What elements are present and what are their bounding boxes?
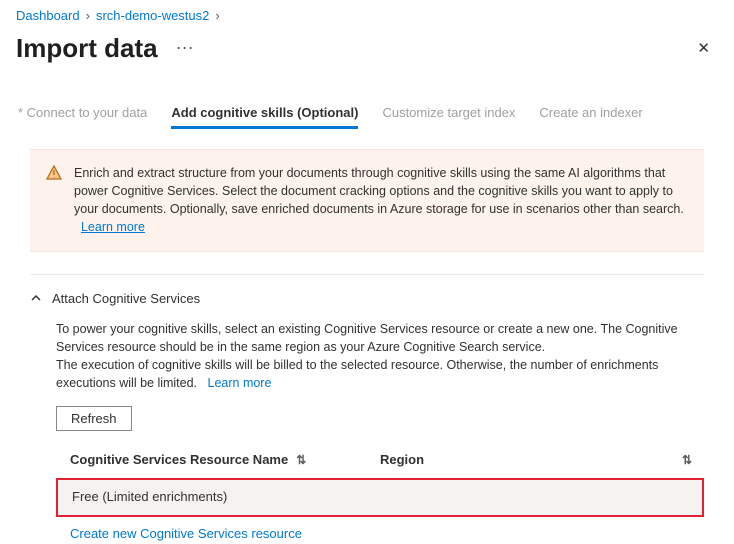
banner-message: Enrich and extract structure from your d…	[74, 166, 684, 216]
table-row[interactable]: Free (Limited enrichments)	[56, 478, 704, 517]
section-attach-cognitive-services: Attach Cognitive Services To power your …	[30, 274, 704, 544]
chevron-up-icon	[30, 292, 42, 304]
refresh-button[interactable]: Refresh	[56, 406, 132, 431]
col-name-label: Cognitive Services Resource Name	[70, 451, 288, 470]
title-row: Import data ⋯ ✕	[0, 27, 734, 81]
tab-customize-index[interactable]: Customize target index	[382, 105, 515, 129]
sort-icon[interactable]: ⇅	[296, 452, 304, 469]
create-cognitive-services-link[interactable]: Create new Cognitive Services resource	[56, 525, 302, 544]
banner-text: Enrich and extract structure from your d…	[74, 164, 688, 237]
warning-icon	[46, 165, 62, 181]
info-banner: Enrich and extract structure from your d…	[30, 149, 704, 252]
section-body: To power your cognitive skills, select a…	[30, 320, 704, 544]
tab-add-cognitive-skills[interactable]: Add cognitive skills (Optional)	[171, 105, 358, 129]
breadcrumb-link-service[interactable]: srch-demo-westus2	[96, 8, 209, 23]
wizard-tabs: Connect to your data Add cognitive skill…	[0, 81, 734, 129]
page-title: Import data	[16, 33, 158, 64]
resource-name-cell: Free (Limited enrichments)	[72, 489, 227, 504]
breadcrumb: Dashboard › srch-demo-westus2 ›	[0, 0, 734, 27]
attach-learn-more-link[interactable]: Learn more	[208, 376, 272, 390]
attach-paragraph-2: The execution of cognitive skills will b…	[56, 356, 704, 392]
col-header-region[interactable]: Region ⇅	[380, 451, 690, 470]
breadcrumb-separator: ›	[86, 8, 90, 23]
col-region-label: Region	[380, 451, 424, 470]
banner-learn-more-link[interactable]: Learn more	[81, 220, 145, 234]
section-header-attach[interactable]: Attach Cognitive Services	[30, 291, 704, 306]
cognitive-services-table: Cognitive Services Resource Name ⇅ Regio…	[56, 445, 704, 544]
section-title: Attach Cognitive Services	[52, 291, 200, 306]
content-area: Enrich and extract structure from your d…	[0, 129, 734, 544]
tab-create-indexer[interactable]: Create an indexer	[539, 105, 642, 129]
attach-paragraph-1: To power your cognitive skills, select a…	[56, 320, 704, 356]
table-header: Cognitive Services Resource Name ⇅ Regio…	[56, 445, 704, 476]
sort-icon[interactable]: ⇅	[682, 452, 690, 469]
breadcrumb-link-dashboard[interactable]: Dashboard	[16, 8, 80, 23]
breadcrumb-separator: ›	[215, 8, 219, 23]
close-icon[interactable]: ✕	[689, 31, 718, 65]
col-header-name[interactable]: Cognitive Services Resource Name ⇅	[70, 451, 380, 470]
more-icon[interactable]: ⋯	[176, 38, 196, 59]
tab-connect-data[interactable]: Connect to your data	[18, 105, 147, 129]
